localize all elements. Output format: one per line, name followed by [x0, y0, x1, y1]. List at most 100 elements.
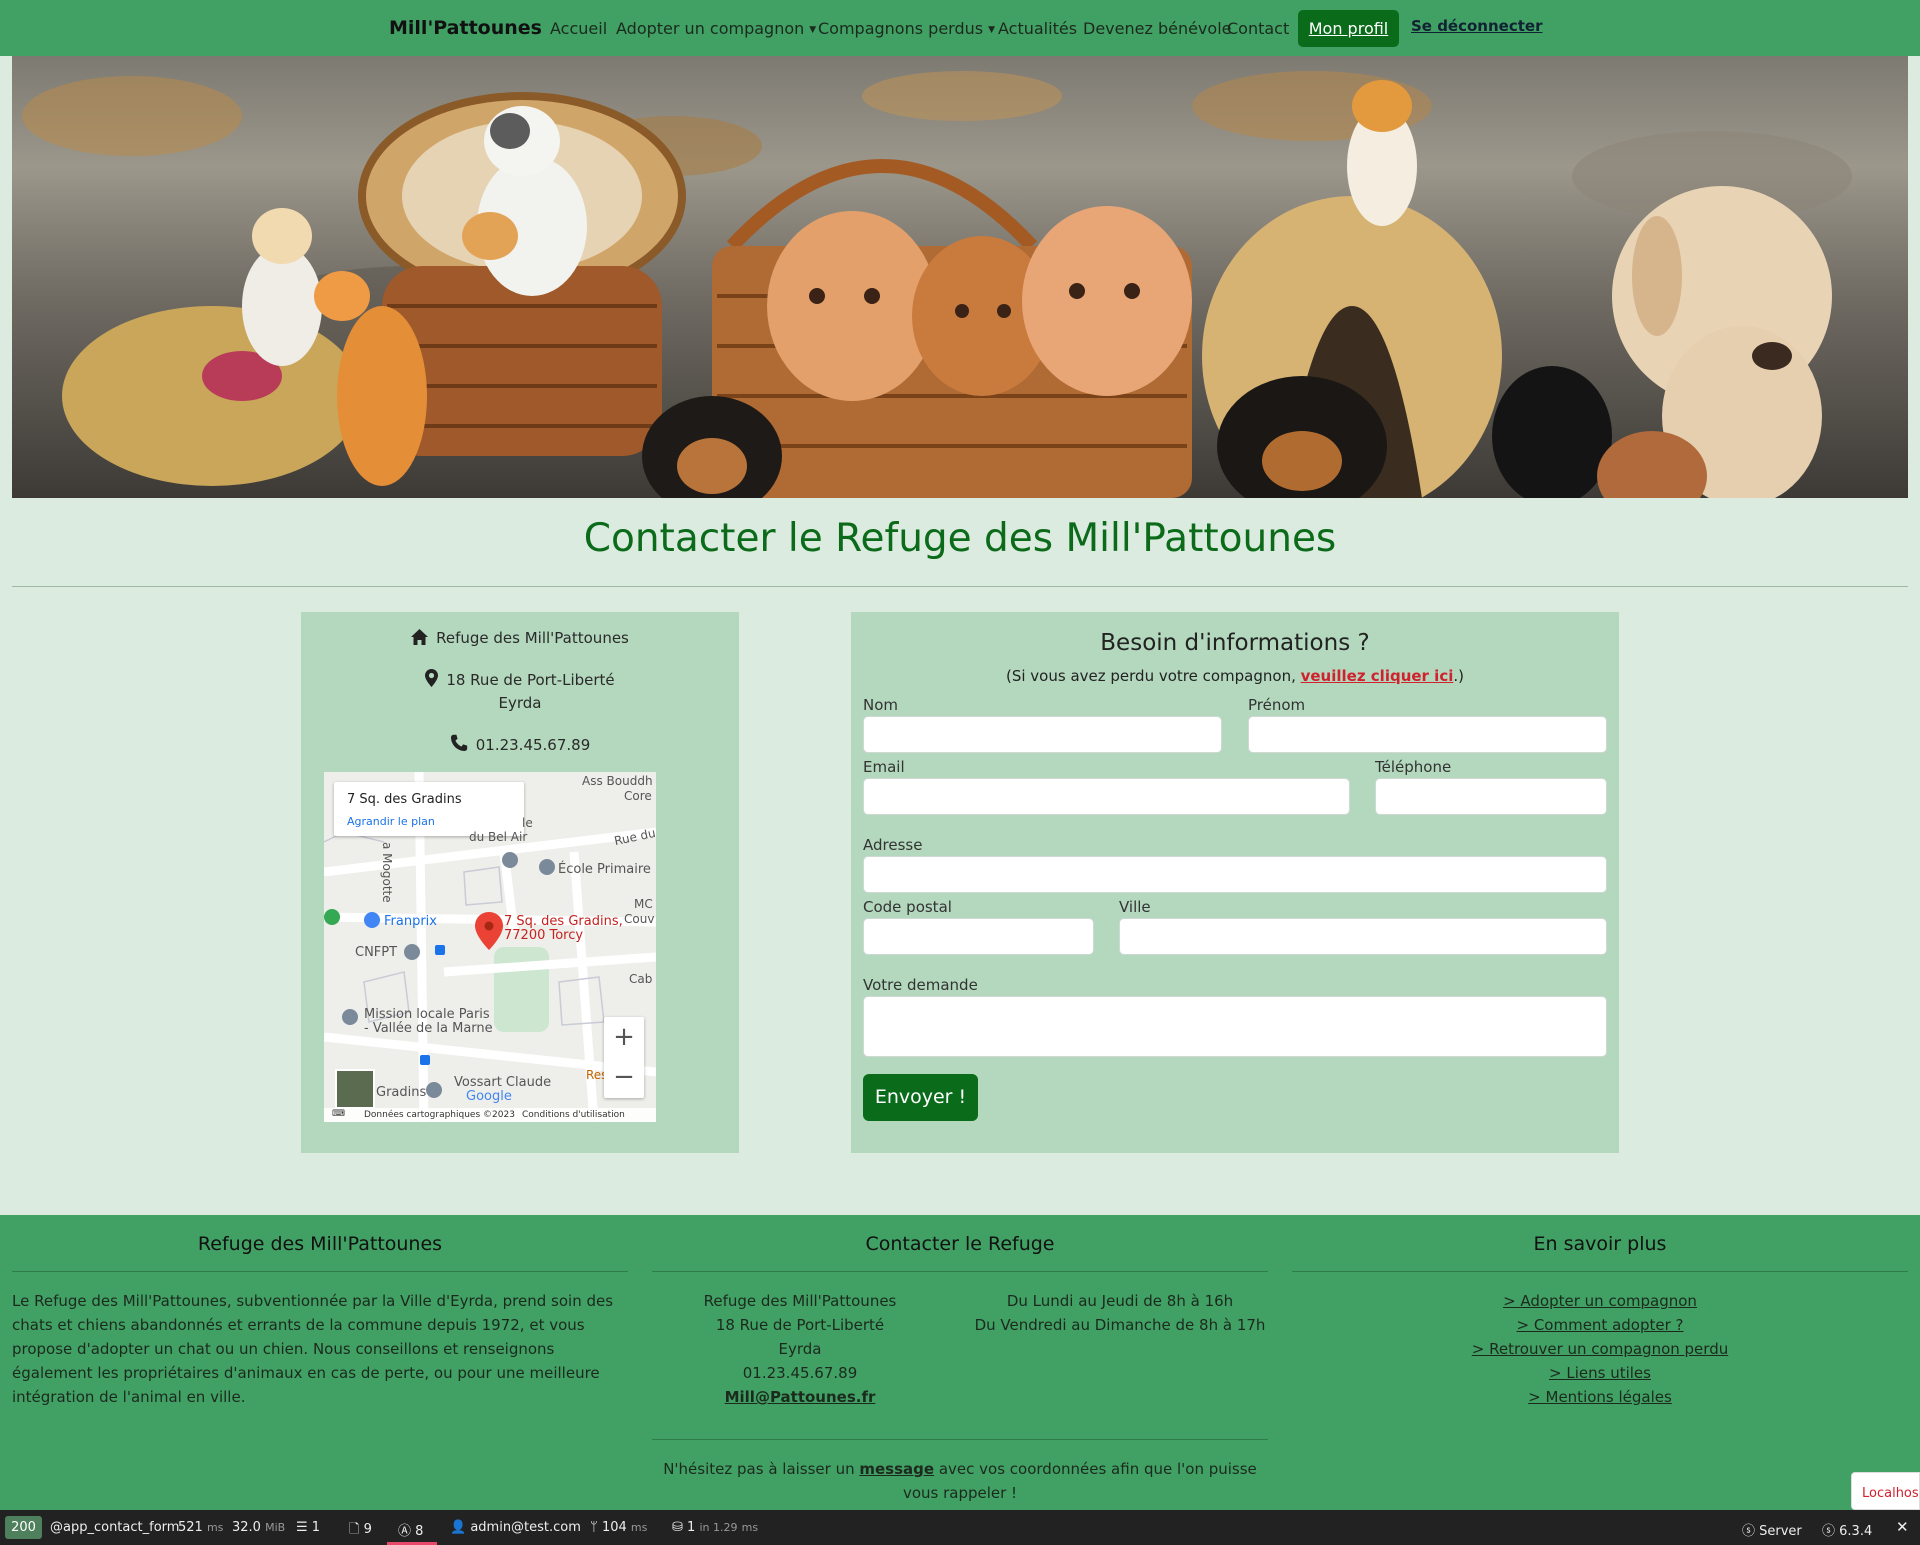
- label-ville: Ville: [1119, 898, 1151, 916]
- google-map[interactable]: 7 Sq. des Gradins Agrandir le plan Ass B…: [324, 772, 656, 1122]
- footer-msg-before: N'hésitez pas à laisser un: [663, 1460, 860, 1478]
- debug-time[interactable]: 521 ms: [178, 1520, 223, 1535]
- code-postal-input[interactable]: [863, 918, 1094, 955]
- map-label: Vossart Claude: [454, 1075, 552, 1090]
- debug-time-value: 521: [178, 1520, 203, 1535]
- footer-contact-phone: 01.23.45.67.89: [742, 1364, 858, 1382]
- label-demande: Votre demande: [863, 976, 978, 994]
- contact-form-card: Besoin d'informations ? (Si vous avez pe…: [851, 612, 1619, 1153]
- footer: Refuge des Mill'Pattounes Le Refuge des …: [0, 1215, 1920, 1510]
- email-input[interactable]: [863, 778, 1350, 815]
- map-label: Gradins: [376, 1085, 427, 1100]
- footer-link-mentions[interactable]: > Mentions légales: [1292, 1385, 1908, 1409]
- debug-route[interactable]: @app_contact_form: [50, 1520, 179, 1535]
- keyboard-icon[interactable]: ⌨: [332, 1109, 345, 1119]
- lost-pet-link[interactable]: veuillez cliquer ici: [1301, 667, 1454, 685]
- label-code-postal: Code postal: [863, 898, 952, 916]
- nav-benevole[interactable]: Devenez bénévole: [1083, 19, 1231, 38]
- footer-contact-name: Refuge des Mill'Pattounes: [703, 1292, 897, 1310]
- map-place-box: 7 Sq. des Gradins Agrandir le plan: [334, 782, 524, 836]
- debug-forms[interactable]: ☰ 1: [296, 1520, 320, 1535]
- debug-server[interactable]: ⓢ Server: [1742, 1520, 1802, 1539]
- map-label: - Vallée de la Marne: [364, 1021, 493, 1036]
- footer-email-link[interactable]: Mill@Pattounes.fr: [652, 1385, 948, 1409]
- map-place-name: 7 Sq. des Gradins: [347, 792, 462, 807]
- footer-message-link[interactable]: message: [859, 1460, 934, 1478]
- nav-compagnons-perdus[interactable]: Compagnons perdus ▼: [818, 19, 995, 38]
- debug-memory[interactable]: 32.0 MiB: [232, 1520, 285, 1535]
- debug-translations[interactable]: Ⓐ 8: [398, 1520, 423, 1539]
- nav-adopter[interactable]: Adopter un compagnon ▼: [616, 19, 816, 38]
- ville-input[interactable]: [1119, 918, 1607, 955]
- map-data-credit: Données cartographiques ©2023: [364, 1110, 515, 1120]
- telephone-input[interactable]: [1375, 778, 1607, 815]
- debug-twig-value: 104: [601, 1520, 627, 1535]
- map-label: École Primaire: [558, 862, 651, 877]
- map-label: a Mogotte: [380, 842, 394, 903]
- debug-logs-value: 9: [363, 1522, 372, 1537]
- map-label: Couv: [624, 912, 655, 926]
- brand-logo[interactable]: Mill'Pattounes: [389, 17, 542, 39]
- debug-time-unit: ms: [206, 1521, 224, 1534]
- profile-button[interactable]: Mon profil: [1298, 10, 1399, 47]
- footer-link-liens-utiles[interactable]: > Liens utiles: [1292, 1361, 1908, 1385]
- info-name: Refuge des Mill'Pattounes: [436, 629, 629, 647]
- map-terms-link[interactable]: Conditions d'utilisation: [522, 1110, 625, 1120]
- debug-db[interactable]: ⛁ 1 in 1.29 ms: [672, 1520, 758, 1535]
- demande-textarea[interactable]: [863, 996, 1607, 1057]
- footer-divider: [12, 1271, 628, 1272]
- debug-forms-value: 1: [311, 1520, 321, 1535]
- label-telephone: Téléphone: [1375, 758, 1452, 776]
- debug-db-unit: ms: [741, 1521, 759, 1534]
- form-title: Besoin d'informations ?: [1100, 630, 1370, 656]
- status-badge[interactable]: 200: [5, 1516, 42, 1539]
- localhost-badge[interactable]: Localhost: [1851, 1472, 1920, 1510]
- close-icon[interactable]: ✕: [1896, 1518, 1909, 1536]
- debug-db-in: in 1.29: [699, 1521, 738, 1534]
- twig-icon: ᛘ: [590, 1520, 602, 1535]
- map-marker-label-2: 77200 Torcy: [504, 928, 584, 943]
- debug-twig-unit: ms: [630, 1521, 648, 1534]
- map-footer: ⌨ Données cartographiques ©2023 Conditio…: [324, 1108, 656, 1122]
- debug-version[interactable]: ⓢ 6.3.4: [1822, 1520, 1872, 1539]
- footer-hours: Du Lundi au Jeudi de 8h à 16h Du Vendred…: [960, 1289, 1280, 1337]
- footer-about-text: Le Refuge des Mill'Pattounes, subvention…: [12, 1292, 614, 1406]
- adresse-input[interactable]: [863, 856, 1607, 893]
- debug-user[interactable]: 👤 admin@test.com: [450, 1520, 581, 1535]
- caret-down-icon: ▼: [809, 25, 817, 35]
- nom-input[interactable]: [863, 716, 1222, 753]
- footer-contact-title: Contacter le Refuge: [865, 1233, 1055, 1255]
- navbar: Mill'Pattounes Accueil Adopter un compag…: [0, 0, 1920, 56]
- nav-accueil[interactable]: Accueil: [550, 19, 607, 38]
- footer-hours-1: Du Lundi au Jeudi de 8h à 16h: [1006, 1292, 1234, 1310]
- zoom-in-button[interactable]: +: [604, 1017, 644, 1057]
- map-label: CNFPT: [355, 945, 398, 960]
- footer-contact-city: Eyrda: [778, 1340, 822, 1358]
- form-sub-before: (Si vous avez perdu votre compagnon,: [1006, 667, 1301, 685]
- debug-logs[interactable]: 🗋 9: [349, 1520, 372, 1542]
- prenom-input[interactable]: [1248, 716, 1607, 753]
- send-button[interactable]: Envoyer !: [863, 1074, 978, 1121]
- form-sub-after: .): [1453, 667, 1464, 685]
- logout-link[interactable]: Se déconnecter: [1411, 17, 1542, 35]
- debug-db-value: 1: [687, 1520, 696, 1535]
- nav-perdus-label: Compagnons perdus: [818, 19, 984, 38]
- footer-link-retrouver[interactable]: > Retrouver un compagnon perdu: [1292, 1337, 1908, 1361]
- form-icon: ☰: [296, 1520, 312, 1535]
- hero-banner: [12, 56, 1908, 498]
- google-logo: Google: [466, 1089, 512, 1104]
- nav-actualites[interactable]: Actualités: [998, 19, 1077, 38]
- zoom-out-button[interactable]: −: [604, 1057, 644, 1097]
- title-divider: [12, 586, 1908, 587]
- footer-link-comment-adopter[interactable]: > Comment adopter ?: [1292, 1313, 1908, 1337]
- log-icon: 🗋: [349, 1522, 364, 1537]
- form-subtitle: (Si vous avez perdu votre compagnon, veu…: [851, 667, 1619, 685]
- database-icon: ⛁: [672, 1520, 688, 1535]
- footer-more-title: En savoir plus: [1533, 1233, 1667, 1255]
- footer-link-adopter[interactable]: > Adopter un compagnon: [1292, 1289, 1908, 1313]
- location-pin-icon: [425, 669, 439, 687]
- debug-twig[interactable]: ᛘ 104 ms: [590, 1520, 647, 1535]
- nav-contact[interactable]: Contact: [1227, 19, 1289, 38]
- map-enlarge-link[interactable]: Agrandir le plan: [347, 815, 435, 828]
- map-label: Core: [624, 789, 652, 803]
